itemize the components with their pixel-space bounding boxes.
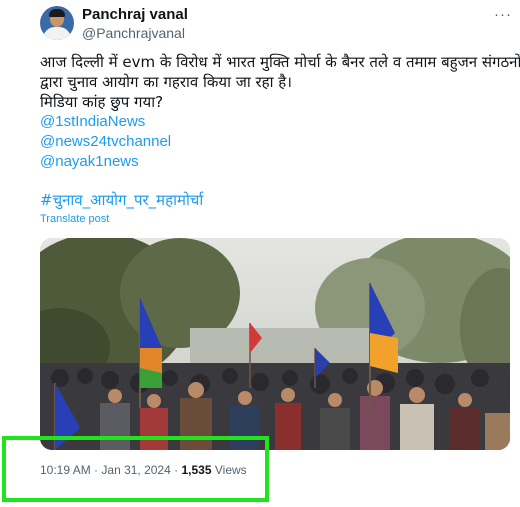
avatar-hair [49, 9, 65, 17]
views-label: Views [214, 463, 247, 477]
tweet-line: आज दिल्ली में evm के विरोध में भारत मुक्… [40, 53, 520, 71]
post-time[interactable]: 10:19 AM [40, 463, 91, 477]
more-horizontal-icon[interactable]: ··· [494, 6, 512, 23]
tweet-photo[interactable] [40, 238, 510, 450]
avatar-shirt [43, 27, 71, 40]
tweet-line: मिडिया कांह छुप गया? [40, 93, 164, 111]
author-handle[interactable]: @Panchrajvanal [82, 25, 185, 41]
translate-post-link[interactable]: Translate post [40, 213, 109, 225]
tweet-line: द्वारा चुनाव आयोग का गहराव किया जा रहा ह… [40, 73, 292, 91]
mention-link[interactable]: @news24tvchannel [40, 132, 512, 152]
hashtag-link[interactable]: #चुनाव_आयोग_पर_महामोर्चा [40, 190, 203, 210]
mention-link[interactable]: @1stIndiaNews [40, 112, 512, 132]
avatar[interactable] [40, 6, 74, 40]
post-date[interactable]: Jan 31, 2024 [101, 463, 170, 477]
views-count: 1,535 [181, 463, 212, 477]
meta-separator: · [94, 463, 99, 477]
meta-separator: · [174, 463, 179, 477]
tweet-meta: 10:19 AM · Jan 31, 2024 · 1,535 Views [40, 463, 247, 477]
author-name[interactable]: Panchraj vanal [82, 6, 188, 23]
mention-link[interactable]: @nayak1news [40, 152, 512, 172]
crowd-protest-photo [40, 238, 510, 450]
tweet-text: आज दिल्ली में evm के विरोध में भारत मुक्… [40, 52, 520, 172]
